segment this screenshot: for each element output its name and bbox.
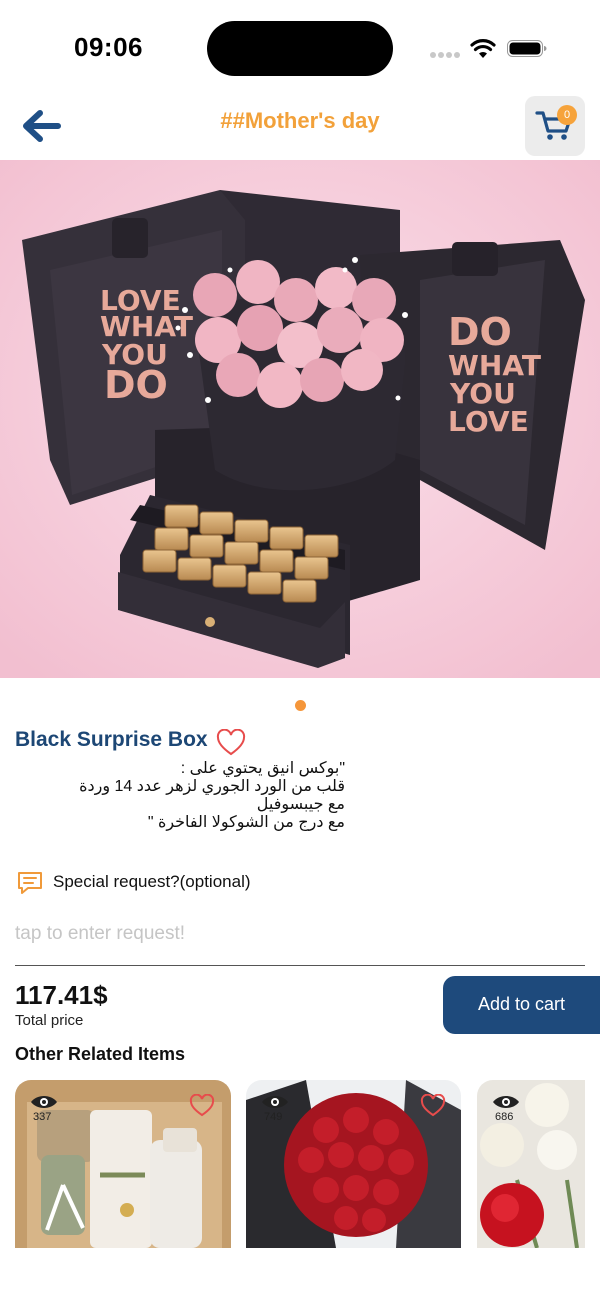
total-price: 117.41$: [15, 980, 108, 1010]
message-icon: [18, 872, 42, 894]
view-count: 686: [491, 1094, 521, 1123]
description-line: قلب من الورد الجوري لزهر عدد 14 وردة: [79, 778, 345, 795]
view-count: 749: [260, 1094, 290, 1123]
view-count-value: 749: [264, 1111, 283, 1123]
product-description: "بوكس انيق يحتوي على : قلب من الورد الجو…: [15, 760, 345, 832]
status-bar: 09:06: [0, 0, 600, 96]
related-item-card[interactable]: 337: [15, 1080, 231, 1248]
dynamic-island: [207, 21, 393, 76]
carousel-indicator-dot[interactable]: [295, 700, 306, 711]
related-item-card[interactable]: 686: [477, 1080, 585, 1248]
cart-button[interactable]: 0: [525, 96, 585, 156]
gift-box-illustration: LOVE WHAT YOU DO DO WHAT YOU LOVE: [0, 160, 600, 678]
eye-icon: [262, 1096, 288, 1108]
related-item-card[interactable]: 749: [246, 1080, 461, 1248]
favorite-button[interactable]: [216, 728, 246, 757]
special-request-input[interactable]: [15, 914, 585, 966]
back-button[interactable]: [20, 108, 62, 144]
status-time: 09:06: [74, 32, 143, 62]
description-line: مع جيبسوفيل: [256, 796, 345, 813]
cart-count-badge: 0: [557, 105, 577, 125]
wifi-icon: [470, 39, 496, 58]
description-line: مع درج من الشوكولا الفاخرة ": [147, 814, 345, 831]
total-price-label: Total price: [15, 1012, 84, 1029]
special-request-label: Special request?(optional): [53, 872, 251, 891]
description-line: "بوكس انيق يحتوي على :: [180, 760, 345, 777]
product-name: Black Surprise Box: [15, 728, 208, 751]
battery-icon: [507, 40, 547, 57]
view-count: 337: [29, 1094, 59, 1123]
heart-icon[interactable]: [420, 1094, 446, 1118]
arrow-left-icon: [23, 110, 61, 142]
heart-icon[interactable]: [189, 1094, 215, 1118]
app-header: ##Mother's day 0: [0, 96, 600, 158]
related-items-title: Other Related Items: [15, 1044, 186, 1064]
view-count-value: 686: [495, 1111, 514, 1123]
heart-icon: [216, 728, 246, 756]
eye-icon: [493, 1096, 519, 1108]
view-count-value: 337: [33, 1111, 52, 1123]
page-title: ##Mother's day: [220, 108, 380, 133]
add-to-cart-button[interactable]: Add to cart: [443, 976, 600, 1034]
cellular-signal-icon: [430, 52, 460, 58]
eye-icon: [31, 1096, 57, 1108]
product-image[interactable]: LOVE WHAT YOU DO DO WHAT YOU LOVE: [0, 160, 600, 678]
